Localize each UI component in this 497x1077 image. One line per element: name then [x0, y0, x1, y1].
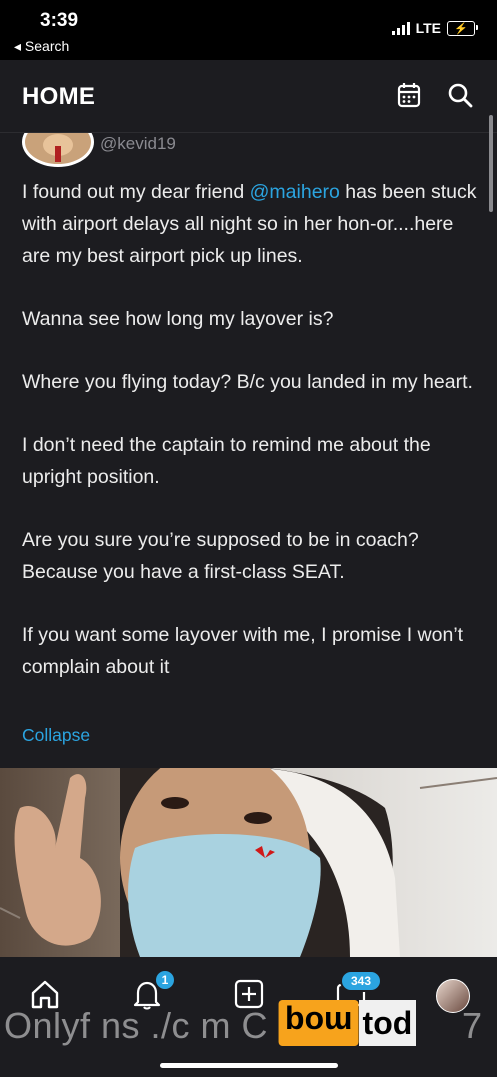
- signal-icon: [391, 21, 410, 35]
- page-title: HOME: [22, 83, 96, 110]
- status-time: 3:39: [40, 10, 79, 31]
- watermark-box-text: tod: [358, 1000, 417, 1046]
- back-to-search-link[interactable]: ◂ Search: [14, 38, 69, 55]
- post-paragraph: I don’t need the captain to remind me ab…: [22, 434, 431, 488]
- watermark-logo: moq tod: [279, 999, 417, 1047]
- status-bar: 3:39 ◂ Search LTE ⚡: [0, 0, 497, 60]
- post-paragraph: Are you sure you’re supposed to be in co…: [22, 529, 419, 583]
- post-feed[interactable]: @kevid19 I found out my dear friend @mai…: [0, 133, 497, 768]
- top-app-bar: HOME: [0, 60, 497, 133]
- scrollbar-thumb[interactable]: [489, 115, 493, 212]
- battery-charging-icon: ⚡: [447, 20, 478, 36]
- post-paragraph: If you want some layover with me, I prom…: [22, 624, 464, 678]
- author-handle[interactable]: @kevid19: [100, 134, 176, 154]
- post-paragraph: Wanna see how long my layover is?: [22, 308, 334, 330]
- home-indicator: [160, 1063, 338, 1068]
- mention-link[interactable]: @maihero: [250, 181, 340, 203]
- search-icon[interactable]: [447, 82, 473, 108]
- messages-badge: 343: [340, 970, 382, 992]
- post-paragraph: I found out my dear friend @maihero has …: [22, 181, 477, 267]
- network-label: LTE: [415, 20, 441, 36]
- notifications-badge: 1: [154, 969, 176, 991]
- post-image[interactable]: [0, 768, 497, 957]
- selfie-photo: [0, 768, 497, 957]
- calendar-icon[interactable]: [397, 82, 421, 108]
- watermark-tail: 7: [462, 1005, 483, 1046]
- status-indicators: LTE ⚡: [391, 20, 478, 36]
- author-avatar[interactable]: [22, 133, 94, 167]
- collapse-link[interactable]: Collapse: [22, 725, 90, 746]
- post-paragraph: Where you flying today? B/c you landed i…: [22, 371, 473, 393]
- watermark-inverted-text: moq: [279, 1000, 359, 1046]
- post-text: I found out my dear friend @maihero has …: [22, 176, 477, 714]
- watermark-text: Onlyf ns ./c m C: [4, 1005, 269, 1046]
